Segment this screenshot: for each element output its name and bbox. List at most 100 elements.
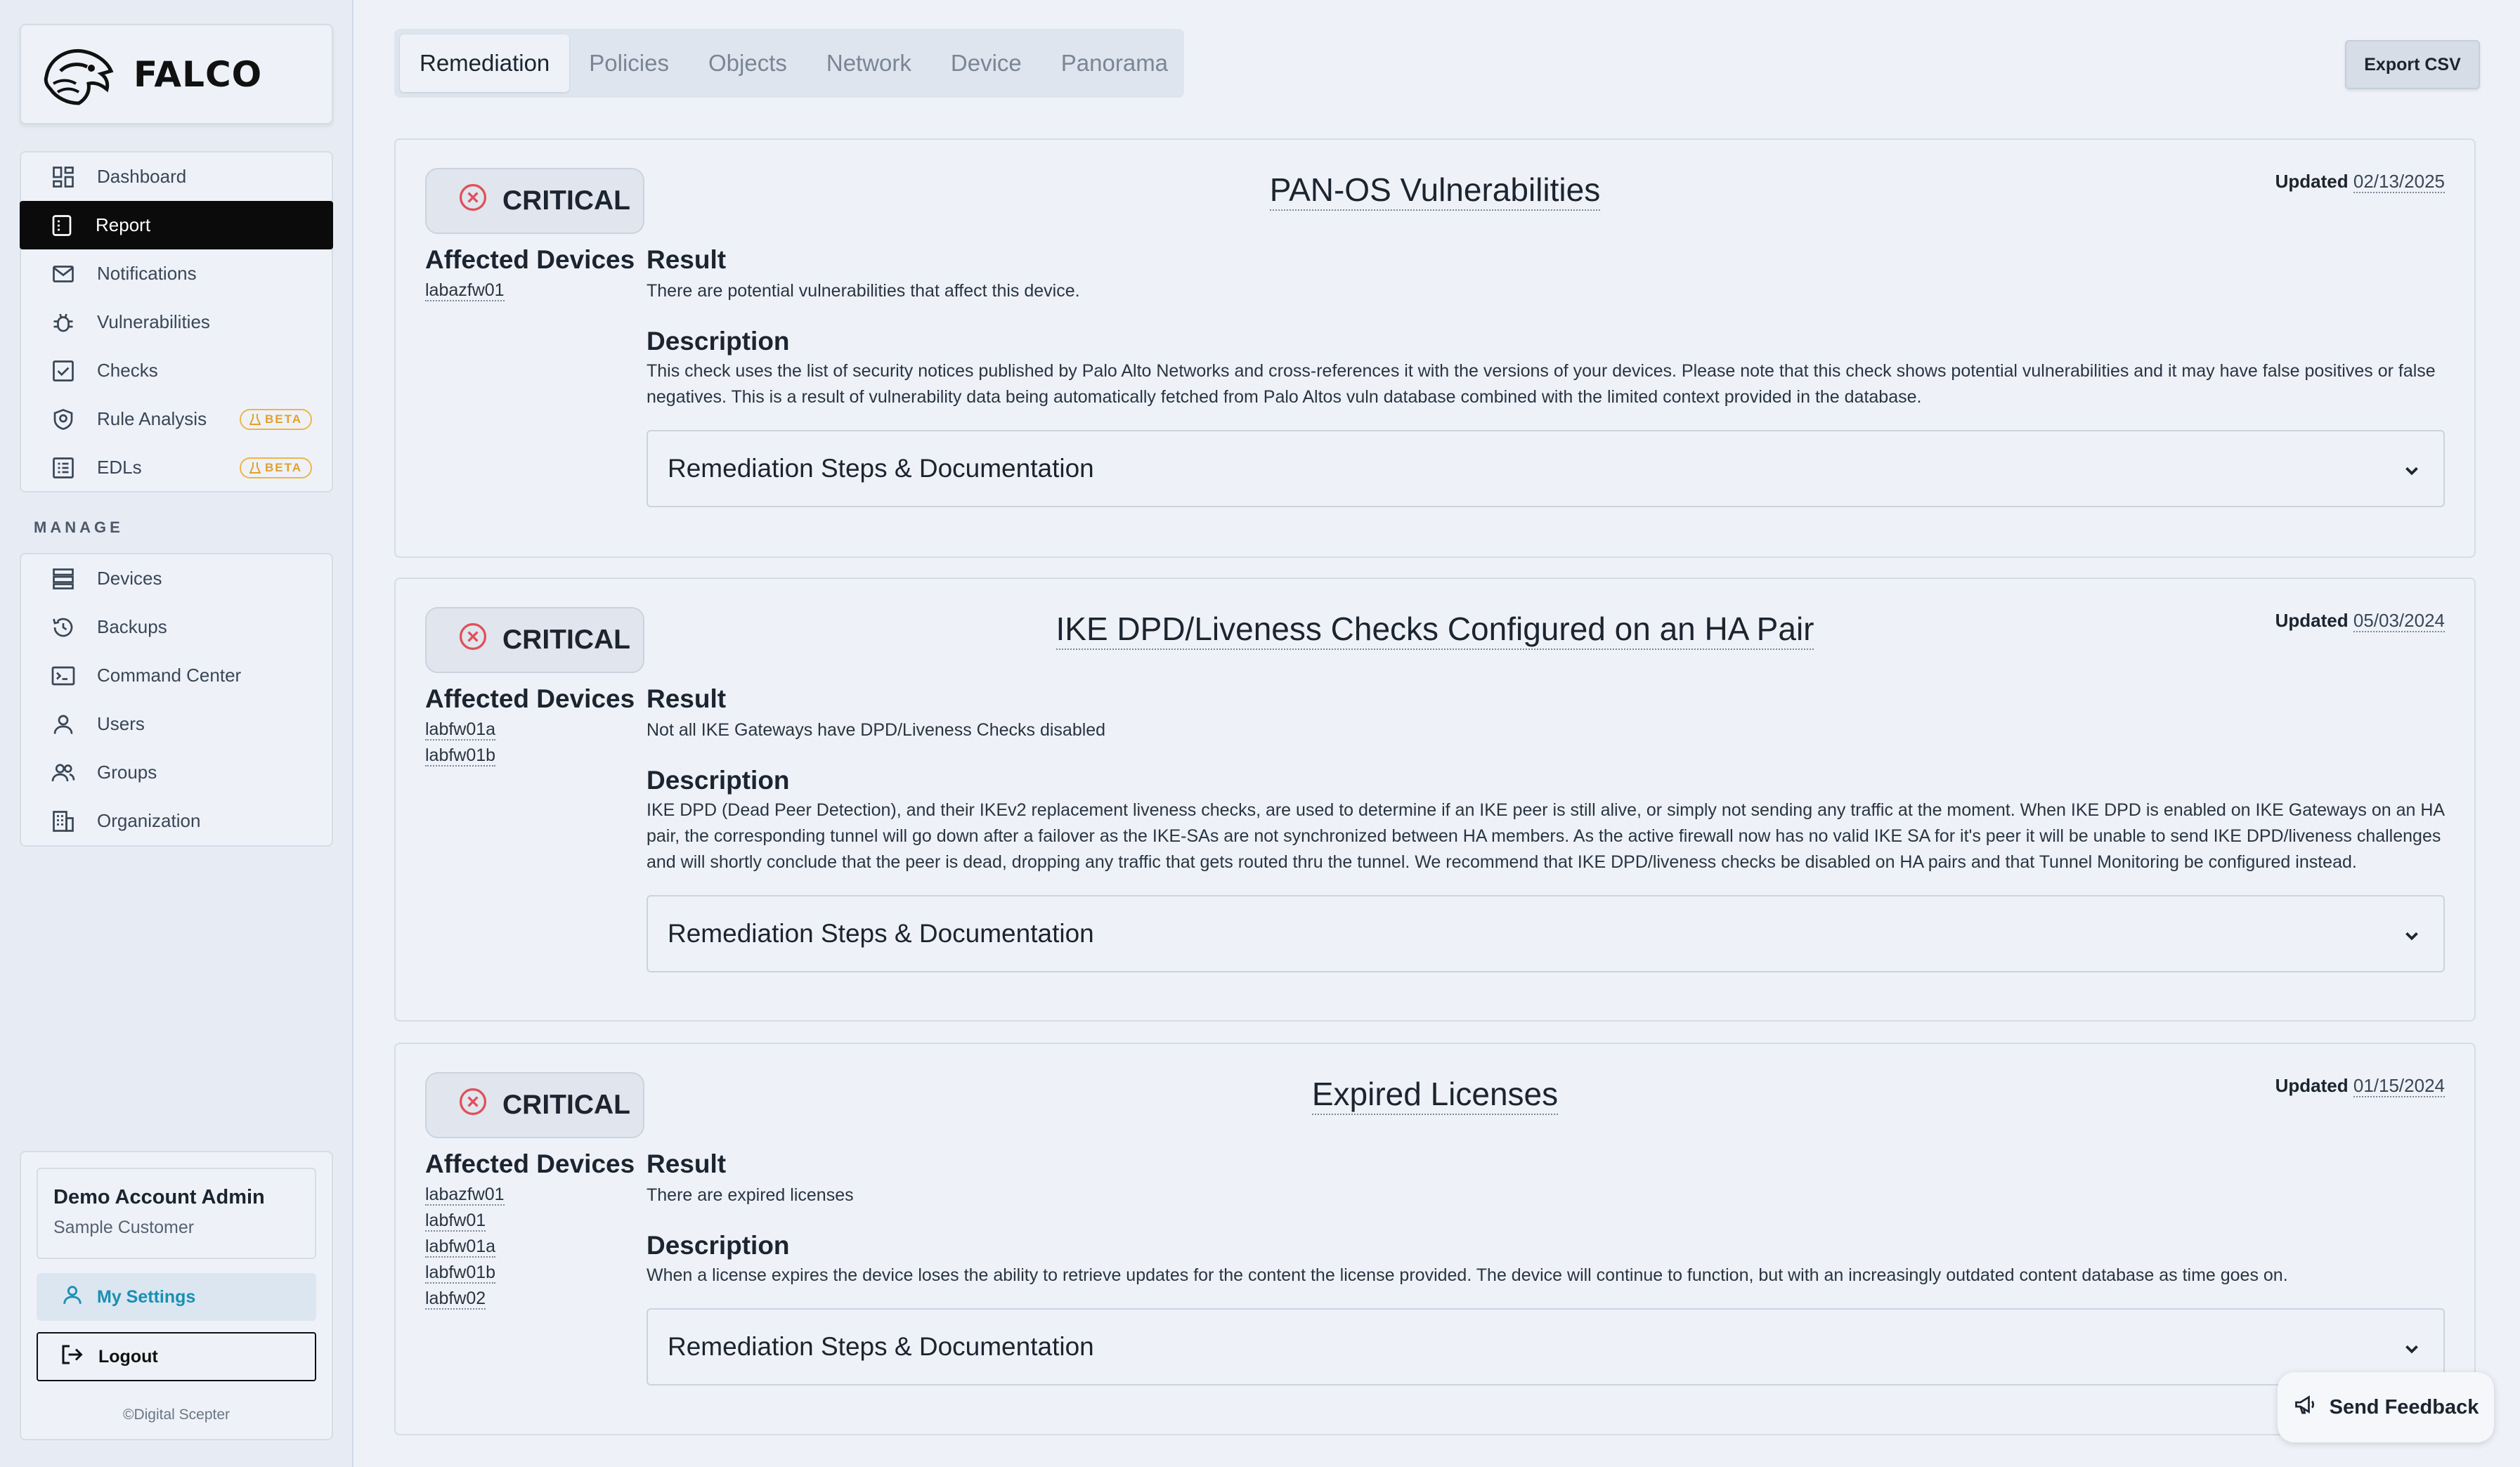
chevron-down-icon (2401, 458, 2422, 488)
device-item[interactable]: labfw01b (425, 1261, 505, 1287)
nav-item-edls[interactable]: EDLs BETA (21, 443, 332, 492)
nav-item-command-center[interactable]: Command Center (21, 651, 332, 700)
nav-item-vulnerabilities[interactable]: Vulnerabilities (21, 298, 332, 346)
beta-badge-label: BETA (264, 412, 302, 426)
description-text: IKE DPD (Dead Peer Detection), and their… (647, 800, 2444, 872)
account-card: Demo Account Admin Sample Customer (37, 1168, 316, 1259)
list-icon (49, 454, 77, 482)
device-name: labazfw01 (425, 280, 505, 301)
export-csv-button[interactable]: Export CSV (2345, 40, 2480, 89)
my-settings-button[interactable]: My Settings (37, 1273, 316, 1321)
nav-label-organization: Organization (97, 810, 201, 831)
tab-policies[interactable]: Policies (569, 34, 689, 92)
nav-item-rule-analysis[interactable]: Rule Analysis BETA (21, 395, 332, 443)
copyright-text: ©Digital Scepter (122, 1407, 230, 1423)
nav-item-groups[interactable]: Groups (21, 748, 332, 797)
remediation-accordion-label: Remediation Steps & Documentation (668, 454, 1094, 483)
history-icon (49, 613, 77, 641)
device-item[interactable]: labfw01b (425, 744, 496, 770)
checkbox-icon (49, 357, 77, 385)
description-heading: Description (647, 1231, 790, 1260)
check-card: CRITICAL Expired Licenses Updated 01/15/… (394, 1043, 2476, 1435)
device-item[interactable]: labazfw01 (425, 279, 505, 305)
remediation-accordion[interactable]: Remediation Steps & Documentation (647, 1308, 2445, 1386)
nav-item-dashboard[interactable]: Dashboard (21, 152, 332, 201)
building-icon (49, 807, 77, 835)
updated-date: Updated 02/13/2025 (2275, 171, 2445, 193)
main-nav: Dashboard Report Notifications Vulnerabi… (20, 151, 333, 493)
device-item[interactable]: labfw02 (425, 1287, 505, 1313)
description-text: This check uses the list of security not… (647, 361, 2436, 407)
nav-label-users: Users (97, 713, 145, 734)
terminal-icon (49, 662, 77, 690)
description-heading: Description (647, 327, 790, 356)
logout-icon (59, 1342, 84, 1372)
check-title: PAN-OS Vulnerabilities (396, 171, 2474, 211)
nav-item-checks[interactable]: Checks (21, 346, 332, 395)
result-heading: Result (647, 245, 727, 274)
tab-panorama[interactable]: Panorama (1041, 34, 1188, 92)
nav-item-notifications[interactable]: Notifications (21, 249, 332, 298)
check-title: IKE DPD/Liveness Checks Configured on an… (396, 610, 2474, 650)
user-icon (60, 1283, 84, 1312)
tab-device[interactable]: Device (931, 34, 1041, 92)
manage-section-label: MANAGE (34, 519, 124, 536)
logout-button[interactable]: Logout (37, 1332, 316, 1381)
mail-icon (49, 260, 77, 288)
device-name: labfw01a (425, 719, 496, 741)
send-feedback-label: Send Feedback (2329, 1395, 2479, 1419)
tab-objects[interactable]: Objects (689, 34, 807, 92)
nav-item-backups[interactable]: Backups (21, 603, 332, 651)
account-org: Sample Customer (53, 1218, 195, 1237)
shield-icon (49, 405, 77, 433)
tab-network[interactable]: Network (807, 34, 931, 92)
users-icon (49, 759, 77, 787)
updated-date-value: 01/15/2024 (2353, 1075, 2445, 1097)
sidebar: FALCO Dashboard Report Notifications Vul… (0, 0, 353, 1467)
bug-icon (49, 308, 77, 337)
logo-panel[interactable]: FALCO (20, 24, 333, 124)
nav-label-groups: Groups (97, 762, 157, 783)
user-icon (49, 710, 77, 738)
nav-label-notifications: Notifications (97, 263, 197, 284)
nav-item-report[interactable]: Report (20, 201, 333, 249)
description-heading: Description (647, 766, 790, 795)
device-item[interactable]: labfw01a (425, 1235, 505, 1261)
beta-badge-label: BETA (264, 461, 302, 474)
device-name: labazfw01 (425, 1185, 505, 1206)
send-feedback-button[interactable]: Send Feedback (2278, 1372, 2494, 1442)
check-title-text[interactable]: PAN-OS Vulnerabilities (1269, 171, 1601, 211)
nav-item-users[interactable]: Users (21, 700, 332, 748)
affected-devices-list: labazfw01 labfw01 labfw01a labfw01b labf… (425, 1183, 505, 1313)
result-text: There are expired licenses (647, 1185, 854, 1205)
result-text: Not all IKE Gateways have DPD/Liveness C… (647, 720, 1106, 740)
remediation-accordion[interactable]: Remediation Steps & Documentation (647, 430, 2445, 507)
dashboard-icon (49, 163, 77, 191)
check-title-text[interactable]: IKE DPD/Liveness Checks Configured on an… (1056, 611, 1814, 650)
device-item[interactable]: labfw01a (425, 718, 496, 744)
check-title-text[interactable]: Expired Licenses (1311, 1076, 1559, 1115)
affected-devices-list: labfw01a labfw01b (425, 718, 496, 770)
falcon-logo-icon (44, 48, 114, 105)
result-text: There are potential vulnerabilities that… (647, 281, 1080, 301)
flask-icon (249, 462, 261, 474)
affected-devices-heading: Affected Devices (425, 684, 635, 713)
affected-devices-list: labazfw01 (425, 279, 505, 305)
device-item[interactable]: labazfw01 (425, 1183, 505, 1209)
beta-badge: BETA (239, 457, 312, 478)
beta-badge: BETA (239, 409, 312, 430)
nav-item-devices[interactable]: Devices (21, 554, 332, 603)
nav-label-report: Report (96, 214, 151, 235)
report-tabs: Remediation Policies Objects Network Dev… (394, 29, 1184, 98)
nav-item-organization[interactable]: Organization (21, 797, 332, 845)
account-name: Demo Account Admin (53, 1186, 265, 1208)
tab-remediation[interactable]: Remediation (400, 34, 570, 92)
device-name: labfw01b (425, 745, 496, 767)
remediation-accordion-label: Remediation Steps & Documentation (668, 1332, 1094, 1361)
remediation-accordion[interactable]: Remediation Steps & Documentation (647, 895, 2445, 972)
server-icon (49, 565, 77, 593)
device-item[interactable]: labfw01 (425, 1209, 505, 1235)
check-card: CRITICAL PAN-OS Vulnerabilities Updated … (394, 138, 2476, 558)
check-title: Expired Licenses (396, 1075, 2474, 1115)
chevron-down-icon (2401, 1336, 2422, 1366)
